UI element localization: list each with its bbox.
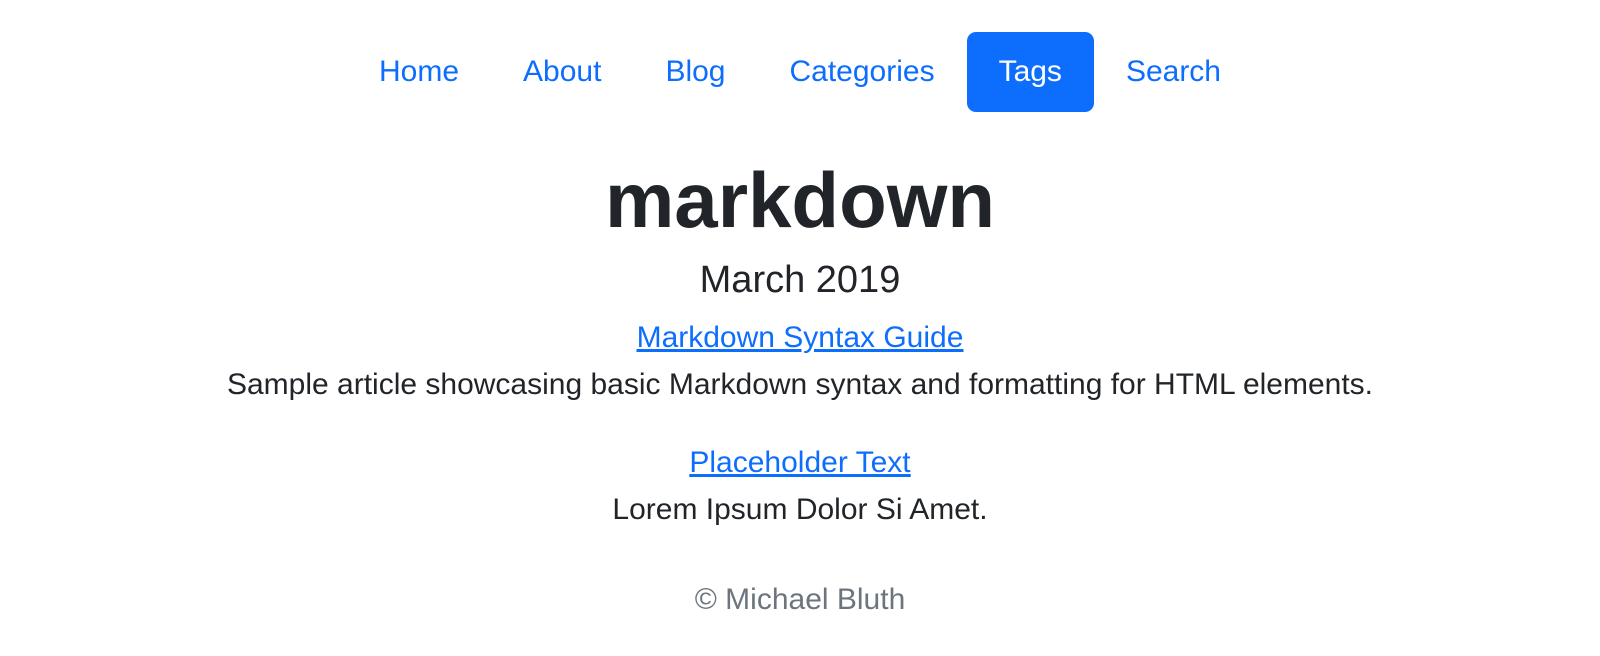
page-title: markdown xyxy=(604,156,996,244)
post-title-link-2: Placeholder Text xyxy=(0,443,1600,483)
nav-item-search[interactable]: Search xyxy=(1094,32,1253,112)
nav-item-about[interactable]: About xyxy=(491,32,633,112)
nav-item-categories[interactable]: Categories xyxy=(757,32,966,112)
footer-copyright: © Michael Bluth xyxy=(694,583,906,616)
main-nav: Home About Blog Categories Tags Search xyxy=(0,32,1600,112)
post-title-link-1: Markdown Syntax Guide xyxy=(0,318,1600,358)
nav-item-home[interactable]: Home xyxy=(347,32,491,112)
post-link-placeholder-text[interactable]: Placeholder Text xyxy=(689,446,910,479)
archive-month-heading: March 2019 xyxy=(699,259,901,301)
post-summary-1: Sample article showcasing basic Markdown… xyxy=(226,368,1374,401)
nav-item-blog[interactable]: Blog xyxy=(633,32,757,112)
page: Home About Blog Categories Tags Search m… xyxy=(0,0,1600,656)
post-link-markdown-syntax-guide[interactable]: Markdown Syntax Guide xyxy=(637,321,964,354)
nav-item-tags[interactable]: Tags xyxy=(966,32,1094,112)
post-summary-2: Lorem Ipsum Dolor Si Amet. xyxy=(612,493,988,526)
